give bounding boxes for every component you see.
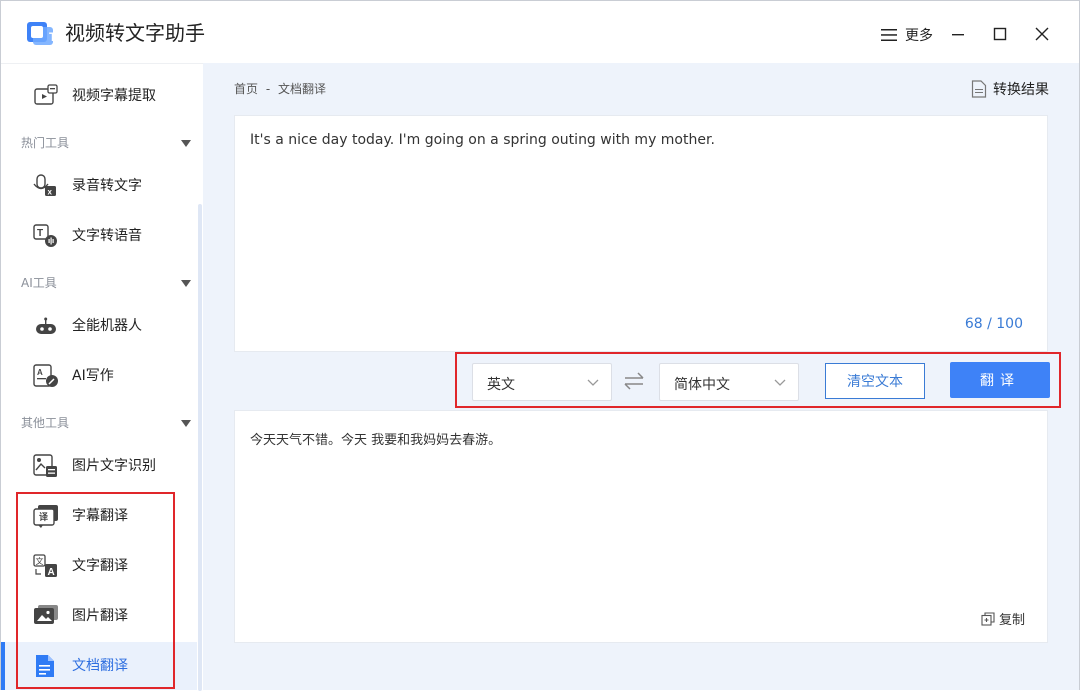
- translate-button[interactable]: 翻译: [950, 362, 1050, 398]
- close-button[interactable]: [1027, 19, 1057, 49]
- more-label: 更多: [905, 28, 933, 44]
- translate-controls: 英文 简体中文 清空文本 翻译: [455, 352, 1061, 408]
- caret-down-icon: [181, 280, 191, 287]
- section-label: 其他工具: [21, 416, 70, 430]
- sidebar-item-label: 图片文字识别: [72, 458, 156, 474]
- breadcrumb: 首页 - 文档翻译: [234, 80, 330, 97]
- sidebar-item-label: 视频字幕提取: [72, 88, 156, 104]
- sidebar-item-label: AI写作: [72, 368, 114, 384]
- caret-down-icon: [181, 420, 191, 427]
- conversion-result-link[interactable]: 转换结果: [971, 79, 1049, 99]
- svg-text:T: T: [49, 30, 57, 44]
- app-window: T 视频转文字助手 更多 视频字幕提取 热门工具 x 录音转文字 T 文字转语音…: [0, 0, 1080, 691]
- source-text: It's a nice day today. I'm going on a sp…: [250, 132, 715, 148]
- video-subtitle-icon: [34, 84, 58, 105]
- text-to-speech-icon: T: [33, 224, 57, 247]
- close-icon: [1035, 27, 1049, 41]
- source-language-value: 英文: [487, 377, 515, 393]
- highlight-box-translate-tools: [16, 492, 175, 689]
- robot-icon: [36, 317, 56, 334]
- translation-output-area[interactable]: 今天天气不错。今天 我要和我妈妈去春游。 复制: [234, 410, 1048, 643]
- breadcrumb-home[interactable]: 首页: [234, 82, 258, 96]
- sidebar-scrollbar[interactable]: [198, 204, 202, 691]
- section-hot-tools[interactable]: 热门工具: [21, 134, 197, 154]
- breadcrumb-separator: -: [265, 82, 271, 96]
- copy-label: 复制: [998, 613, 1025, 628]
- minimize-icon: [952, 34, 964, 36]
- copy-icon: [981, 611, 995, 626]
- sidebar-item-video-subtitle[interactable]: 视频字幕提取: [1, 72, 197, 120]
- target-language-value: 简体中文: [674, 377, 730, 393]
- image-ocr-icon: [33, 454, 57, 477]
- conversion-result-label: 转换结果: [993, 82, 1049, 98]
- chevron-down-icon: [587, 379, 599, 386]
- chevron-down-icon: [774, 379, 786, 386]
- sidebar-item-ai-writing[interactable]: A AI写作: [1, 352, 197, 400]
- document-icon: [971, 80, 987, 98]
- section-label: AI工具: [21, 276, 57, 290]
- hamburger-icon: [881, 29, 897, 41]
- title-bar: T 视频转文字助手 更多: [1, 1, 1079, 63]
- more-menu-button[interactable]: 更多: [881, 23, 933, 47]
- svg-text:T: T: [37, 228, 43, 239]
- sidebar-item-text-to-speech[interactable]: T 文字转语音: [1, 212, 197, 260]
- sidebar-item-label: 全能机器人: [72, 318, 142, 334]
- sidebar-item-label: 录音转文字: [72, 178, 142, 194]
- section-other-tools[interactable]: 其他工具: [21, 414, 197, 434]
- section-label: 热门工具: [21, 136, 70, 150]
- app-title: 视频转文字助手: [65, 21, 205, 45]
- section-ai-tools[interactable]: AI工具: [21, 274, 197, 294]
- sidebar-item-audio-to-text[interactable]: x 录音转文字: [1, 162, 197, 210]
- app-logo-icon: T: [27, 22, 57, 45]
- character-count: 68 / 100: [964, 316, 1023, 332]
- maximize-icon: [993, 27, 1007, 41]
- caret-down-icon: [181, 140, 191, 147]
- maximize-button[interactable]: [985, 19, 1015, 49]
- mic-to-text-icon: x: [33, 174, 56, 197]
- sidebar-item-label: 文字转语音: [72, 228, 142, 244]
- source-language-select[interactable]: 英文: [472, 363, 612, 401]
- breadcrumb-current: 文档翻译: [278, 82, 327, 96]
- sidebar-item-robot[interactable]: 全能机器人: [1, 302, 197, 350]
- target-language-select[interactable]: 简体中文: [659, 363, 799, 401]
- svg-text:A: A: [37, 368, 43, 377]
- minimize-button[interactable]: [943, 19, 973, 49]
- source-text-area[interactable]: It's a nice day today. I'm going on a sp…: [234, 115, 1048, 352]
- main-content: 首页 - 文档翻译 转换结果 It's a nice day today. I'…: [203, 63, 1079, 690]
- copy-button[interactable]: 复制: [981, 609, 1025, 628]
- swap-languages-icon[interactable]: [623, 371, 645, 391]
- clear-text-button[interactable]: 清空文本: [825, 363, 925, 399]
- svg-text:x: x: [48, 188, 53, 197]
- sidebar-item-image-ocr[interactable]: 图片文字识别: [1, 442, 197, 490]
- translated-text: 今天天气不错。今天 我要和我妈妈去春游。: [250, 433, 502, 448]
- ai-writing-icon: A: [33, 364, 58, 387]
